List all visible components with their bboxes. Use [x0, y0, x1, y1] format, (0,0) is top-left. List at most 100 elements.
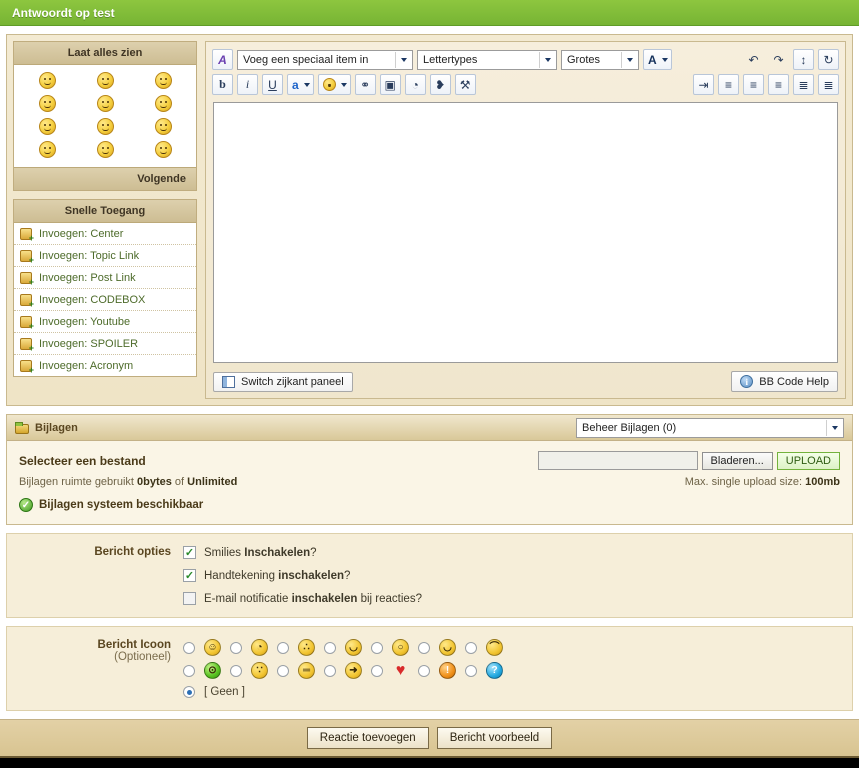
post-reply-button[interactable]: Reactie toevoegen: [306, 727, 429, 749]
align-right-icon[interactable]: ≡: [768, 74, 789, 95]
code-icon[interactable]: ⚒: [454, 74, 476, 95]
browse-button[interactable]: Bladeren...: [701, 451, 773, 470]
sizes-select[interactable]: Grotes: [561, 49, 639, 70]
chevron-down-icon: [539, 51, 553, 68]
radio-icon-laugh[interactable]: [418, 641, 430, 654]
align-center-icon[interactable]: ≡: [743, 74, 764, 95]
font-color-combo[interactable]: a: [287, 74, 314, 95]
switch-side-panel-button[interactable]: Switch zijkant paneel: [213, 371, 353, 392]
radio-icon-cool[interactable]: [277, 664, 289, 677]
media-icon[interactable]: ◔: [404, 74, 426, 95]
radio-icon-sick[interactable]: [183, 664, 195, 677]
smiley-wink[interactable]: [154, 72, 172, 89]
radio-icon-rolleyes[interactable]: [230, 641, 242, 654]
image-icon[interactable]: ▣: [379, 74, 401, 95]
undo-icon[interactable]: ↶: [743, 49, 764, 70]
icon-heart-icon[interactable]: ♥: [392, 662, 409, 679]
panel-icon: [222, 375, 235, 388]
radio-icon-smile[interactable]: [183, 641, 195, 654]
quick-access-item-4[interactable]: Invoegen: Youtube: [14, 311, 196, 333]
radio-icon-heart[interactable]: [371, 664, 383, 677]
message-option-row-1: ✓ Handtekening inschakelen?: [183, 569, 852, 582]
smiley-combo[interactable]: [317, 74, 351, 95]
smiley-next-link[interactable]: Volgende: [14, 167, 196, 190]
editor-footer: Switch zijkant paneel i BB Code Help: [211, 368, 840, 393]
message-textarea[interactable]: [213, 102, 838, 363]
radio-icon-unsure[interactable]: [277, 641, 289, 654]
italic-button[interactable]: i: [237, 74, 258, 95]
checkbox-message-option-0[interactable]: ✓: [183, 546, 196, 559]
indent-icon[interactable]: ⇥: [693, 74, 714, 95]
smiley-smirk[interactable]: [154, 118, 172, 135]
quick-access-list: Invoegen: Center Invoegen: Topic Link Invo…: [14, 223, 196, 376]
quick-access-item-0[interactable]: Invoegen: Center: [14, 223, 196, 245]
ordered-list-icon[interactable]: ≣: [793, 74, 814, 95]
checkbox-message-option-2[interactable]: ✓: [183, 592, 196, 605]
smiley-tongue[interactable]: [38, 95, 56, 112]
file-input[interactable]: [537, 451, 698, 470]
radio-icon-tongue[interactable]: [324, 641, 336, 654]
quick-access-item-5[interactable]: Invoegen: SPOILER: [14, 333, 196, 355]
icon-sick-icon[interactable]: ⊙: [204, 662, 221, 679]
radio-icon-question[interactable]: [465, 664, 477, 677]
text-style-combo[interactable]: A: [643, 49, 672, 70]
fonts-select[interactable]: Lettertypes: [417, 49, 557, 70]
unordered-list-icon[interactable]: ≣: [818, 74, 839, 95]
radio-icon-arrow[interactable]: [324, 664, 336, 677]
redo-icon[interactable]: ↷: [768, 49, 789, 70]
quick-access-item-1[interactable]: Invoegen: Topic Link: [14, 245, 196, 267]
radio-icon-rolling[interactable]: [230, 664, 242, 677]
icon-laugh-icon[interactable]: ◡: [439, 639, 456, 656]
smiley-picker-header: Laat alles zien: [14, 42, 196, 65]
smiley-cool[interactable]: [38, 118, 56, 135]
radio-icon-exclamation[interactable]: [418, 664, 430, 677]
smiley-laugh[interactable]: [154, 95, 172, 112]
icon-arrow-icon[interactable]: ➜: [345, 662, 362, 679]
align-left-icon[interactable]: ≡: [718, 74, 739, 95]
refresh-icon[interactable]: ↻: [818, 49, 839, 70]
upload-button[interactable]: UPLOAD: [776, 451, 840, 470]
checkbox-message-option-1[interactable]: ✓: [183, 569, 196, 582]
icon-unsure-icon[interactable]: ∴: [298, 639, 315, 656]
icon-smile-icon[interactable]: ☺: [204, 639, 221, 656]
icon-shocked-icon[interactable]: ○: [392, 639, 409, 656]
smiley-confused[interactable]: [154, 141, 172, 158]
icon-exclamation-icon[interactable]: !: [439, 662, 456, 679]
space-used-value: 0bytes: [137, 476, 172, 488]
bold-button[interactable]: b: [212, 74, 233, 95]
radio-icon-angry[interactable]: [465, 641, 477, 654]
chevron-down-icon: [826, 419, 840, 436]
insert-icon: [20, 249, 34, 265]
icon-rolleyes-icon[interactable]: ◔: [251, 639, 268, 656]
smiley-surprised[interactable]: [38, 72, 56, 89]
quick-access-item-3[interactable]: Invoegen: CODEBOX: [14, 289, 196, 311]
smiley-smile[interactable]: [38, 141, 56, 158]
quote-icon[interactable]: ❥: [429, 74, 451, 95]
link-icon[interactable]: ⚭: [354, 74, 376, 95]
radio-message-icon-none[interactable]: [183, 686, 195, 698]
manage-attachments-select[interactable]: Beheer Bijlagen (0): [576, 417, 844, 438]
preview-post-button[interactable]: Bericht voorbeeld: [436, 727, 553, 749]
icon-question-icon[interactable]: ?: [486, 662, 503, 679]
smiley-crazy[interactable]: [96, 118, 114, 135]
icon-rolling-icon[interactable]: ∵: [251, 662, 268, 679]
quick-access-header: Snelle Toegang: [14, 200, 196, 223]
max-size-label: Max. single upload size:: [684, 476, 806, 488]
icon-cool-icon[interactable]: ═: [298, 662, 315, 679]
smiley-shocked[interactable]: [96, 72, 114, 89]
insert-special-select[interactable]: Voeg een speciaal item in: [237, 49, 413, 70]
message-icon-row-2: ⊙ ∵ ═ ➜ ♥!?: [183, 662, 852, 679]
radio-icon-shocked[interactable]: [371, 641, 383, 654]
icon-tongue-icon[interactable]: ◡: [345, 639, 362, 656]
bbcode-help-button[interactable]: i BB Code Help: [731, 371, 838, 392]
icon-angry-icon[interactable]: ⌒: [486, 639, 503, 656]
expand-icon[interactable]: ↕: [793, 49, 814, 70]
quick-access-item-2[interactable]: Invoegen: Post Link: [14, 267, 196, 289]
attachments-status: ✓ Bijlagen systeem beschikbaar: [19, 498, 840, 512]
underline-button[interactable]: U: [262, 74, 283, 95]
insert-icon: [20, 315, 34, 331]
smiley-neutral[interactable]: [96, 141, 114, 158]
smiley-grin[interactable]: [96, 95, 114, 112]
special-item-icon[interactable]: A: [212, 49, 233, 70]
quick-access-item-6[interactable]: Invoegen: Acronym: [14, 355, 196, 376]
